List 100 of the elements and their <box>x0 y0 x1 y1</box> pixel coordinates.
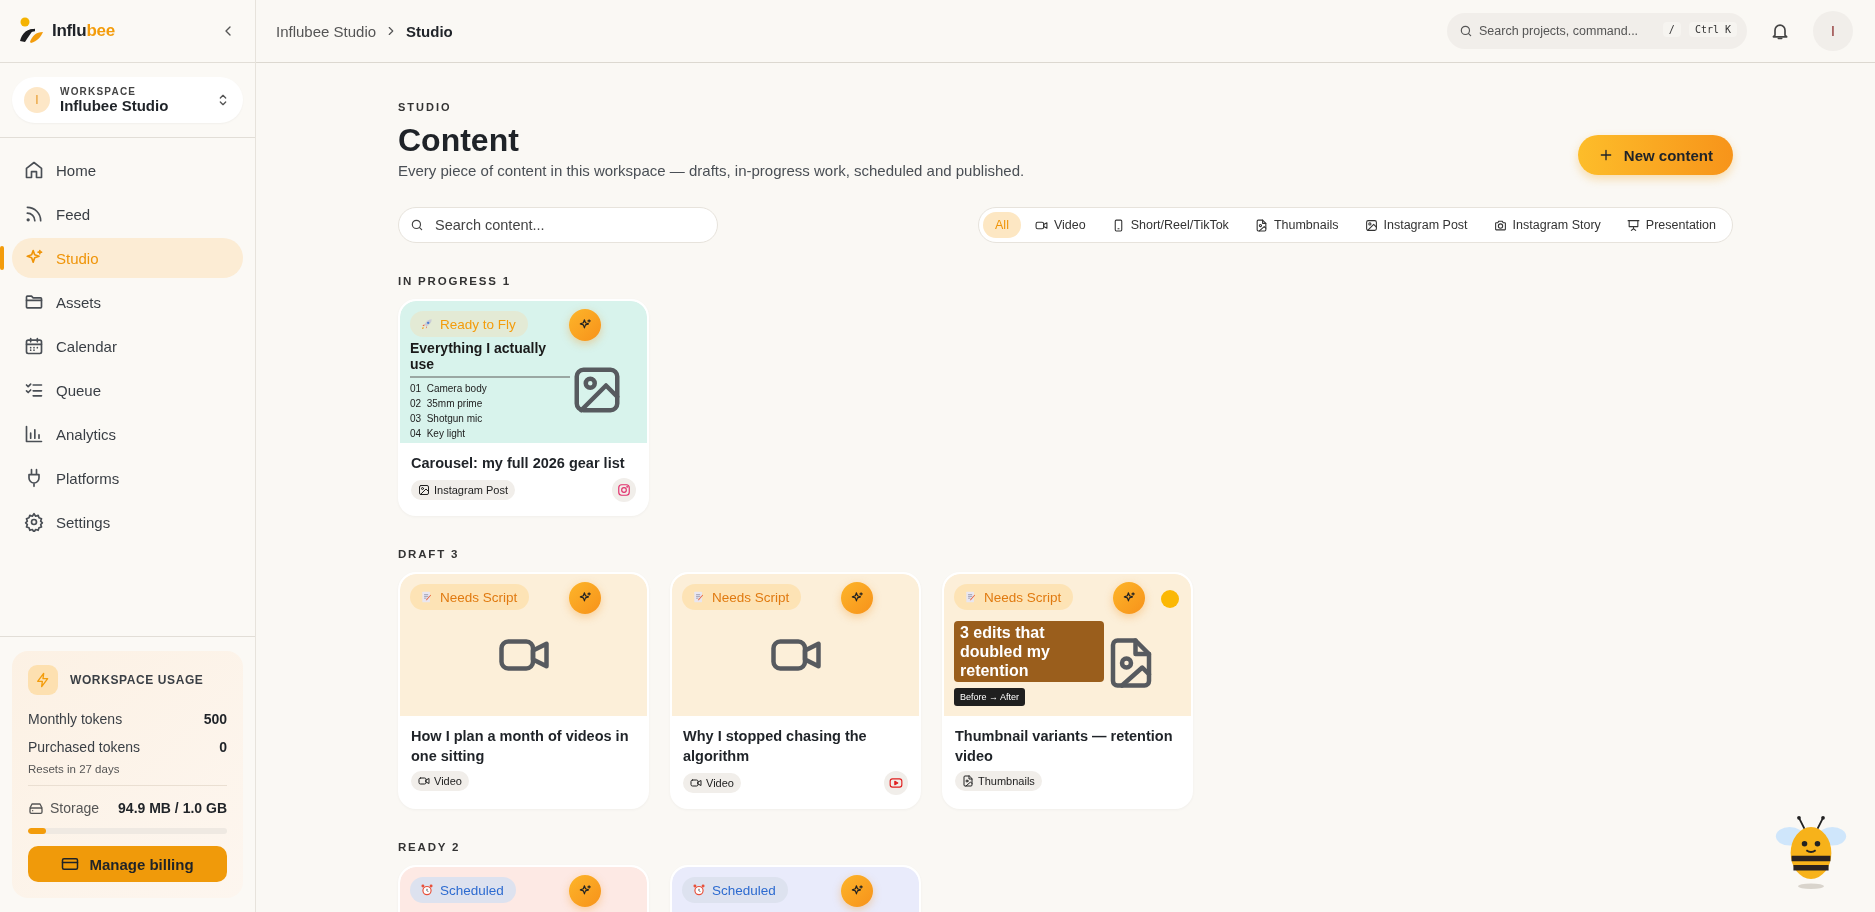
nav-item[interactable]: Assets <box>12 282 243 322</box>
breadcrumb-link[interactable]: Influbee Studio <box>276 22 377 40</box>
storage-label: Storage <box>50 800 100 816</box>
section-title: DRAFT <box>398 548 446 560</box>
workspace-avatar: I <box>24 87 50 113</box>
youtube-icon <box>889 776 903 790</box>
new-content-button[interactable]: New content <box>1577 135 1733 175</box>
content-card[interactable]: Needs Script 3 edits that doubled my retention Before → After Thumbnail variants — retention video Thumbnails <box>942 572 1193 809</box>
ai-sparkle-button[interactable] <box>569 875 601 907</box>
memo-icon <box>964 590 978 604</box>
page-description: Every piece of content in this workspace — drafts, in-progress work, scheduled and published. <box>398 161 1025 181</box>
ai-sparkle-button[interactable] <box>841 875 873 907</box>
ai-sparkle-button[interactable] <box>569 309 601 341</box>
preview-list-item: 01 Camera body <box>410 381 487 396</box>
instagram-icon <box>617 483 631 497</box>
sparkle-icon <box>578 884 592 898</box>
nav-item[interactable]: Settings <box>12 502 243 542</box>
filter-tab[interactable]: Video <box>1022 212 1098 238</box>
settings-icon <box>24 512 44 532</box>
video-camera-icon <box>418 775 430 787</box>
checklist-icon <box>24 380 44 400</box>
usage-title: WORKSPACE USAGE <box>70 673 204 687</box>
usage-value: 500 <box>203 711 227 727</box>
nav-item[interactable]: Analytics <box>12 414 243 454</box>
card-title: Why I stopped chasing the algorithm <box>683 727 868 766</box>
badge-label: Needs Script <box>712 589 790 605</box>
section-count: 3 <box>450 548 460 560</box>
filter-tab[interactable]: Instagram Post <box>1352 212 1480 238</box>
image-file-icon <box>1254 218 1268 232</box>
card-title: Carousel: my full 2026 gear list <box>411 454 626 473</box>
breadcrumb-link[interactable]: Studio <box>406 22 453 40</box>
nav-item[interactable]: Feed <box>12 194 243 234</box>
usage-value: 0 <box>219 739 227 755</box>
badge-label: Scheduled <box>440 882 504 898</box>
storage-value: 94.9 MB / 1.0 GB <box>118 800 227 816</box>
workspace-switcher[interactable]: I WORKSPACE Influbee Studio <box>12 77 243 123</box>
shortcut-key: Ctrl K <box>1688 22 1737 37</box>
badge-label: Needs Script <box>440 589 518 605</box>
preview-chip: Before → After <box>954 687 1026 706</box>
badge-label: Needs Script <box>984 589 1062 605</box>
page-eyebrow: STUDIO <box>398 101 453 113</box>
content-card[interactable]: Needs Script Why I stopped chasing the algorithm Video <box>670 572 921 809</box>
page-title: Content <box>398 121 520 159</box>
content-card[interactable]: Ready to Fly Everything I actually use 01 Camera body 02 35mm prime 03 Shotgun mic 04 Key light Carousel: my full 2026 gear list Instagram Post <box>398 299 649 516</box>
user-avatar[interactable]: I <box>1813 11 1853 51</box>
video-camera-icon <box>690 777 702 789</box>
tag-label: Video <box>706 777 734 789</box>
reset-note: Resets in 27 days <box>28 763 121 775</box>
card-title: Thumbnail variants — retention video <box>955 727 1174 766</box>
nav-item[interactable]: Platforms <box>12 458 243 498</box>
lightning-icon <box>28 665 58 695</box>
sparkle-icon <box>578 591 592 605</box>
section-count: 2 <box>452 841 461 853</box>
content-card[interactable]: Needs Script How I plan a month of videos in one sitting Video <box>398 572 649 809</box>
workspace-name: Influbee Studio <box>60 97 170 114</box>
presentation-icon <box>1626 218 1640 232</box>
sparkle-icon <box>850 884 864 898</box>
search-icon <box>1459 24 1473 38</box>
preview-list-item: 04 Key light <box>410 426 466 441</box>
camera-icon <box>1493 218 1507 232</box>
ai-sparkle-button[interactable] <box>841 582 873 614</box>
filter-tab[interactable]: Presentation <box>1614 212 1728 238</box>
nav-item[interactable]: Home <box>12 150 243 190</box>
sparkle-icon <box>850 591 864 605</box>
content-card[interactable]: Scheduled <box>670 865 921 912</box>
content-card[interactable]: Scheduled <box>398 865 649 912</box>
badge-label: Scheduled <box>712 882 776 898</box>
sparkle-icon <box>1122 591 1136 605</box>
tag-label: Thumbnails <box>978 775 1035 787</box>
ai-sparkle-button[interactable] <box>569 582 601 614</box>
filter-tab[interactable]: Instagram Story <box>1481 212 1613 238</box>
calendar-icon <box>24 336 44 356</box>
sparkle-icon <box>578 318 592 332</box>
folder-icon <box>24 292 44 312</box>
usage-label: Purchased tokens <box>28 739 141 755</box>
credit-card-icon <box>61 855 80 873</box>
image-file-icon <box>962 775 974 787</box>
bell-icon <box>1770 21 1790 41</box>
preview-heading: Everything I actually use <box>410 339 548 372</box>
workspace-label: WORKSPACE <box>60 86 138 97</box>
section-title: IN PROGRESS <box>398 275 498 287</box>
rss-icon <box>24 204 44 224</box>
search-field[interactable]: Search content... <box>398 207 718 243</box>
section-count: 1 <box>502 275 511 287</box>
ai-sparkle-button[interactable] <box>1113 582 1145 614</box>
preview-list-item: 02 35mm prime <box>410 396 483 411</box>
nav-item[interactable]: Queue <box>12 370 243 410</box>
nav-item[interactable]: Calendar <box>12 326 243 366</box>
home-icon <box>24 160 44 180</box>
manage-billing-button[interactable]: Manage billing <box>28 846 227 882</box>
tag-label: Instagram Post <box>434 484 508 496</box>
image-icon <box>418 484 430 496</box>
card-title: How I plan a month of videos in one sitting <box>411 727 630 766</box>
tag-label: Video <box>434 775 462 787</box>
bar-chart-icon <box>24 424 44 444</box>
rocket-icon <box>420 317 434 331</box>
filter-tab[interactable]: Short/Reel/TikTok <box>1099 212 1241 238</box>
badge-label: Ready to Fly <box>440 316 516 332</box>
filter-tab[interactable]: Thumbnails <box>1242 212 1351 238</box>
alarm-clock-icon <box>692 883 706 897</box>
